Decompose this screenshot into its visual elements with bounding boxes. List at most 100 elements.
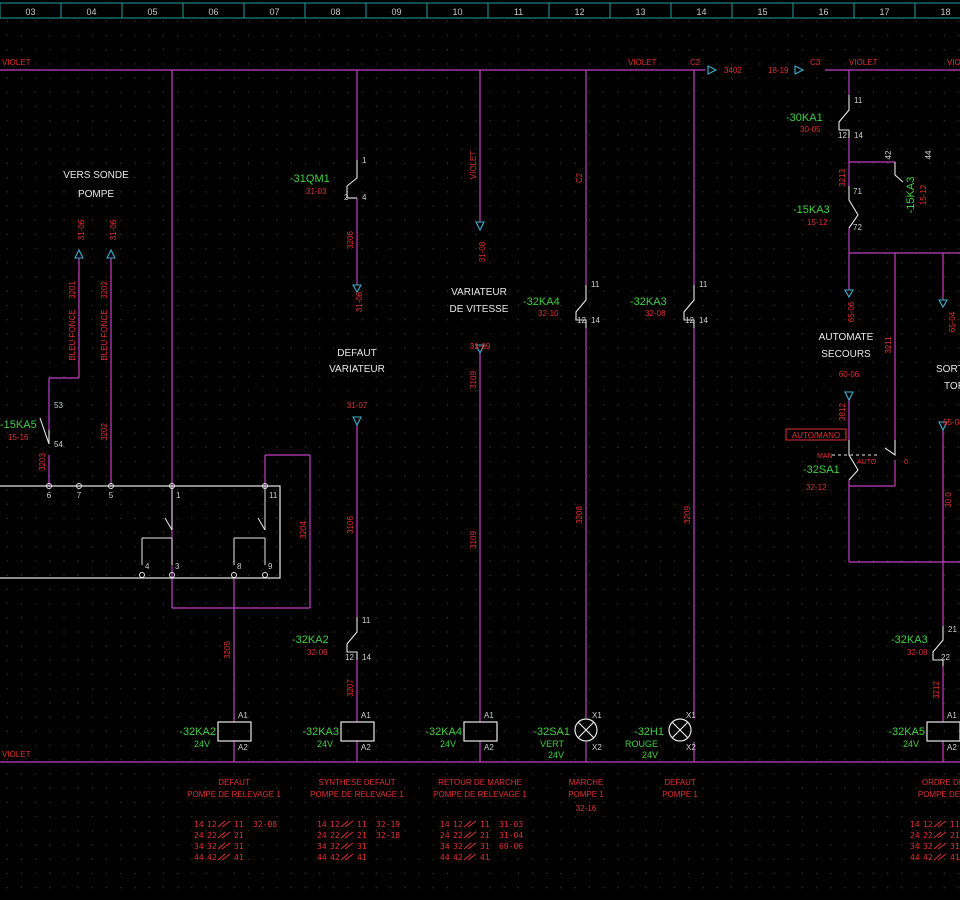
label-ka3-ref: 32-08 <box>645 309 666 318</box>
label-qm1-t4: 4 <box>362 193 367 202</box>
coil-label: -32KA5 <box>888 726 925 738</box>
label-c2-vert: C2 <box>575 172 584 183</box>
label-ka3c-t44: 44 <box>924 150 933 159</box>
description-line1: DEFAUT <box>218 778 250 787</box>
contact-table-cell: 42 <box>207 853 217 862</box>
coil-voltage: 24V <box>440 739 456 749</box>
label-bleu1: BLEU FONCE <box>68 309 77 360</box>
column-number: 17 <box>879 7 889 17</box>
label-var-vit1: VARIATEUR <box>451 287 507 298</box>
coil-voltage: 24V <box>194 739 210 749</box>
contact-table-cell: 41 <box>234 853 244 862</box>
lamp-voltage: 24V <box>642 750 658 760</box>
rail-label-c2: C2 <box>690 58 701 67</box>
label-violet-vert: VIOLET <box>469 151 478 180</box>
contact-table-cell: 44 <box>440 853 450 862</box>
contact-table-cell: 14 <box>440 820 450 829</box>
rail-ref-1819: 18-19 <box>768 66 789 75</box>
label-ref-3107: 31-07 <box>347 401 368 410</box>
contact-table-cell: 22 <box>330 831 340 840</box>
label-sort1: SORT <box>936 364 960 375</box>
label-ka1-t14: 14 <box>854 131 863 140</box>
contact-table-cell: 12 <box>923 820 933 829</box>
contact-table-cell: 31 <box>357 842 367 851</box>
label-box-t3: 3 <box>175 562 180 571</box>
label-qm1-t2: 2 <box>344 193 349 202</box>
rail-label-violet-bottom: VIOLET <box>2 750 31 759</box>
label-wire-3201: 3201 <box>68 281 77 299</box>
label-ka3b-t71: 71 <box>853 187 862 196</box>
coil-voltage: 24V <box>903 739 919 749</box>
contact-table-cell: 31-04 <box>499 831 523 840</box>
coil-voltage: 24V <box>317 739 333 749</box>
label-wire-3204: 3204 <box>299 521 308 539</box>
label-bleu2: BLEU FONCE <box>100 309 109 360</box>
label-ka2-t12: 12 <box>345 653 354 662</box>
contact-table-cell: 44 <box>910 853 920 862</box>
contact-table-cell: 11 <box>234 820 244 829</box>
label-box-t4: 4 <box>145 562 150 571</box>
label-sa1-o: 0 <box>904 459 908 466</box>
contact-table-cell: 22 <box>207 831 217 840</box>
contact-table-cell: 21 <box>357 831 367 840</box>
label-ka3c-label: -15KA3 <box>905 177 917 214</box>
label-ka4-t14: 14 <box>591 316 600 325</box>
label-ka3d-t22: 22 <box>941 653 950 662</box>
column-number: 14 <box>696 7 706 17</box>
label-box-t5: 5 <box>109 491 114 500</box>
coil-terminal-a1: A1 <box>947 711 957 720</box>
column-number: 10 <box>452 7 462 17</box>
rail-label-c3: C3 <box>810 58 821 67</box>
column-number: 15 <box>757 7 767 17</box>
contact-table-cell: 21 <box>480 831 490 840</box>
label-wire-3212: 3212 <box>932 681 941 699</box>
contact-table-cell: 44 <box>317 853 327 862</box>
contact-table-cell: 32-19 <box>376 820 400 829</box>
label-ref-3106a: 31-06 <box>77 219 86 240</box>
label-wire-3206: 3206 <box>346 231 355 249</box>
label-qm1-label: -31QM1 <box>290 173 330 185</box>
coil-label: -32KA2 <box>179 726 216 738</box>
label-sa1-label: -32SA1 <box>803 464 840 476</box>
contact-table-cell: 11 <box>950 820 960 829</box>
contact-table-cell: 24 <box>440 831 450 840</box>
label-ka5-t53: 53 <box>54 401 63 410</box>
label-qm1-ref: 31-03 <box>306 187 327 196</box>
lamp-color: ROUGE <box>625 739 658 749</box>
contact-table-cell: 34 <box>317 842 327 851</box>
label-ref-6504b: 65-04 <box>943 418 960 427</box>
label-ka1-ref: 30-05 <box>800 125 821 134</box>
label-ka3c-ref: 15-12 <box>919 184 928 205</box>
label-sort2: TOR <box>944 381 960 392</box>
rail-label-violet-left: VIOLET <box>2 58 31 67</box>
label-wire-3207: 3207 <box>346 679 355 697</box>
contact-table-cell: 12 <box>330 820 340 829</box>
column-number: 11 <box>514 7 523 17</box>
label-ka4-t12: 12 <box>577 316 586 325</box>
coil-terminal-a1: A1 <box>361 711 371 720</box>
lamp-voltage: 24V <box>548 750 564 760</box>
label-wire-30: 30.0 <box>944 492 953 508</box>
rail-label-violet-far: VIOLET <box>947 58 960 67</box>
coil-label: -32KA3 <box>302 726 339 738</box>
label-wire-3209: 3209 <box>683 506 692 524</box>
column-number: 03 <box>25 7 35 17</box>
rail-label-violet-right: VIOLET <box>849 58 878 67</box>
label-defaut-var1: DEFAUT <box>337 348 376 359</box>
label-ka5-t54: 54 <box>54 440 63 449</box>
label-automate2: SECOURS <box>821 349 871 360</box>
column-number: 13 <box>635 7 645 17</box>
label-ka3b-ref: 15-12 <box>807 218 828 227</box>
description-line1: DEFAUT <box>664 778 696 787</box>
label-ref-3106b: 31-06 <box>109 219 118 240</box>
label-ka5-ref: 15-16 <box>8 433 29 442</box>
contact-table-cell: 32 <box>330 842 340 851</box>
contact-table-cell: 14 <box>910 820 920 829</box>
column-number: 06 <box>208 7 218 17</box>
label-ka3b-label: -15KA3 <box>793 204 830 216</box>
label-automate1: AUTOMATE <box>819 332 874 343</box>
label-ka3d-label: -32KA3 <box>891 634 928 646</box>
label-wire-3213: 3213 <box>838 169 847 187</box>
contact-table-cell: 12 <box>207 820 217 829</box>
contact-table-cell: 42 <box>330 853 340 862</box>
